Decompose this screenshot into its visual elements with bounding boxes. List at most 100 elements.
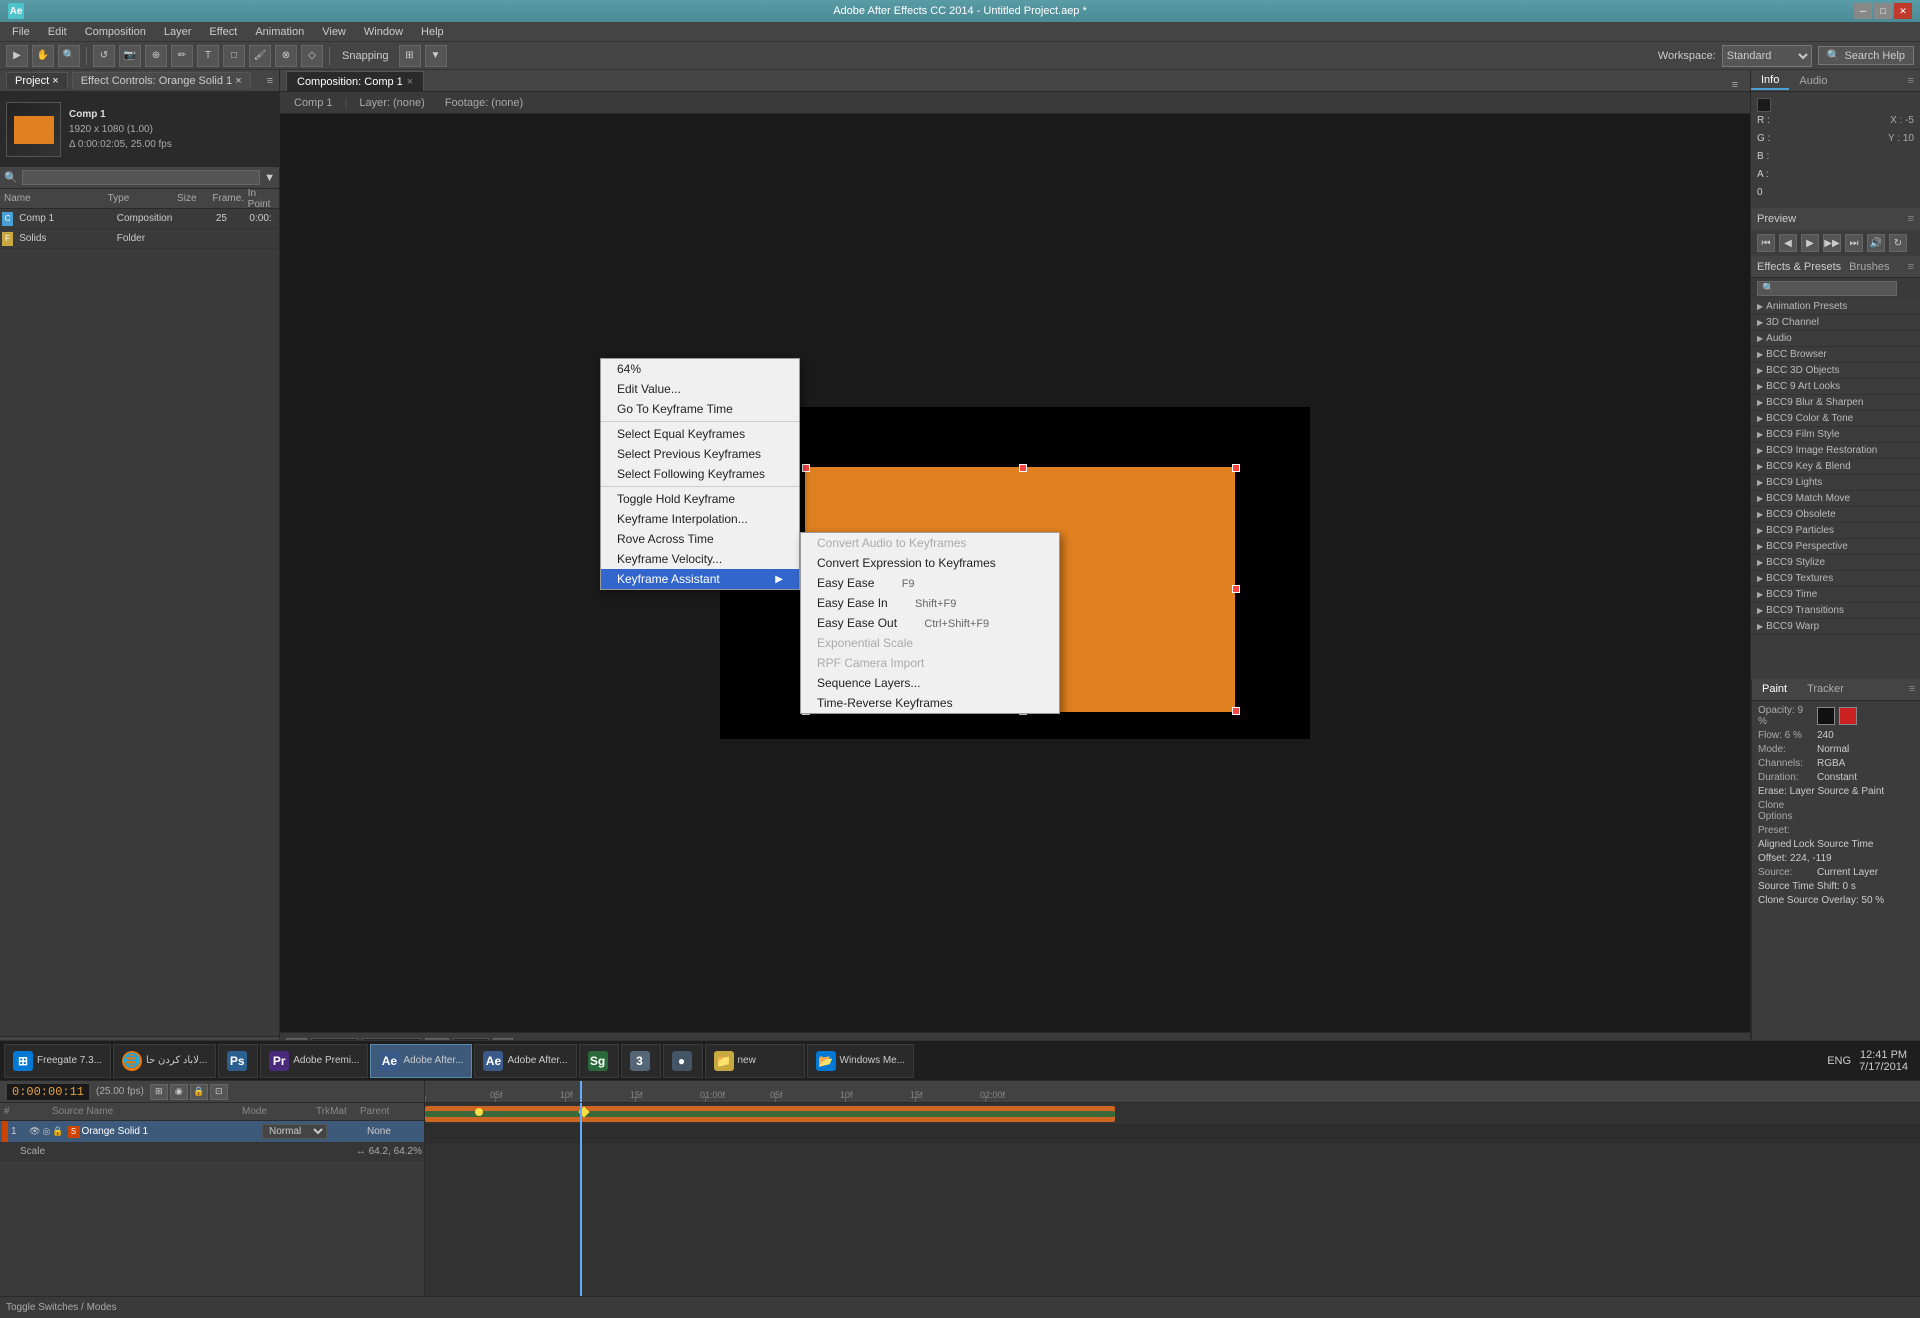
ctx-sub-easy-ease-out[interactable]: Easy Ease Out Ctrl+Shift+F9 bbox=[801, 613, 1059, 633]
effects-tab-label[interactable]: Effects & Presets bbox=[1757, 261, 1841, 273]
tool-zoom[interactable]: 🔍 bbox=[58, 45, 80, 67]
menu-composition[interactable]: Composition bbox=[77, 24, 154, 40]
menu-file[interactable]: File bbox=[4, 24, 38, 40]
tl-collapse[interactable]: ⊡ bbox=[210, 1084, 228, 1100]
taskbar-freegate[interactable]: ⊞ Freegate 7.3... bbox=[4, 1044, 111, 1078]
effects-cat-transitions[interactable]: ▶ BCC9 Transitions bbox=[1751, 603, 1920, 619]
tool-clone[interactable]: ⊗ bbox=[275, 45, 297, 67]
proj-filter-icon[interactable]: ▼ bbox=[264, 172, 275, 184]
ctx-item-rove[interactable]: Rove Across Time bbox=[601, 529, 799, 549]
playhead[interactable] bbox=[580, 1081, 582, 1102]
sel-handle-br[interactable] bbox=[1232, 707, 1240, 715]
menu-layer[interactable]: Layer bbox=[156, 24, 200, 40]
effects-cat-3d[interactable]: ▶ 3D Channel bbox=[1751, 315, 1920, 331]
ctx-sub-time-reverse[interactable]: Time-Reverse Keyframes bbox=[801, 693, 1059, 713]
taskbar-3d2[interactable]: ● bbox=[663, 1044, 703, 1078]
prev-first-btn[interactable]: ⏮ bbox=[1757, 234, 1775, 252]
taskbar-ae-2[interactable]: Ae Adobe After... bbox=[474, 1044, 576, 1078]
effects-cat-film[interactable]: ▶ BCC9 Film Style bbox=[1751, 427, 1920, 443]
panel-menu-right[interactable]: ≡ bbox=[1902, 75, 1920, 87]
search-help-button[interactable]: 🔍 Search Help bbox=[1818, 46, 1914, 65]
menu-animation[interactable]: Animation bbox=[247, 24, 312, 40]
menu-view[interactable]: View bbox=[314, 24, 354, 40]
ctx-item-kf-vel[interactable]: Keyframe Velocity... bbox=[601, 549, 799, 569]
effects-cat-audio[interactable]: ▶ Audio bbox=[1751, 331, 1920, 347]
menu-edit[interactable]: Edit bbox=[40, 24, 75, 40]
paint-tab[interactable]: Paint bbox=[1752, 681, 1797, 697]
list-item[interactable]: C Comp 1 Composition 25 0:00: bbox=[0, 209, 279, 229]
tool-eraser[interactable]: ◇ bbox=[301, 45, 323, 67]
project-search-input[interactable] bbox=[22, 170, 260, 185]
layer-mode-select[interactable]: Normal bbox=[262, 1124, 327, 1139]
prev-play-btn[interactable]: ▶ bbox=[1801, 234, 1819, 252]
menu-help[interactable]: Help bbox=[413, 24, 452, 40]
ctx-item-kf-interp[interactable]: Keyframe Interpolation... bbox=[601, 509, 799, 529]
effects-cat-bcc-browser[interactable]: ▶ BCC Browser bbox=[1751, 347, 1920, 363]
effect-controls-tab[interactable]: Effect Controls: Orange Solid 1 × bbox=[72, 72, 251, 89]
menu-window[interactable]: Window bbox=[356, 24, 411, 40]
tool-select[interactable]: ▶ bbox=[6, 45, 28, 67]
menu-effect[interactable]: Effect bbox=[201, 24, 245, 40]
ctx-item-sel-equal[interactable]: Select Equal Keyframes bbox=[601, 424, 799, 444]
audio-tab[interactable]: Audio bbox=[1789, 73, 1837, 89]
ctx-sub-easy-ease[interactable]: Easy Ease F9 bbox=[801, 573, 1059, 593]
scale-track-bar[interactable] bbox=[425, 1111, 1115, 1117]
info-tab[interactable]: Info bbox=[1751, 72, 1789, 90]
taskbar-sg[interactable]: Sg bbox=[579, 1044, 619, 1078]
project-tab[interactable]: Project × bbox=[6, 72, 68, 89]
ctx-sub-convert-expr[interactable]: Convert Expression to Keyframes bbox=[801, 553, 1059, 573]
prev-fwd-btn[interactable]: ▶▶ bbox=[1823, 234, 1841, 252]
ctx-item-sel-prev[interactable]: Select Previous Keyframes bbox=[601, 444, 799, 464]
effects-cat-warp[interactable]: ▶ BCC9 Warp bbox=[1751, 619, 1920, 635]
tl-draft[interactable]: ◉ bbox=[170, 1084, 188, 1100]
taskbar-ae-active[interactable]: Ae Adobe After... bbox=[370, 1044, 472, 1078]
ctx-item-edit-val[interactable]: Edit Value... bbox=[601, 379, 799, 399]
effects-cat-blur[interactable]: ▶ BCC9 Blur & Sharpen bbox=[1751, 395, 1920, 411]
comp-tab-close[interactable]: × bbox=[407, 76, 413, 88]
tool-hand[interactable]: ✋ bbox=[32, 45, 54, 67]
sel-handle-tm[interactable] bbox=[1019, 464, 1027, 472]
breadcrumb-comp1[interactable]: Comp 1 bbox=[286, 95, 341, 111]
taskbar-new-folder[interactable]: 📁 new bbox=[705, 1044, 805, 1078]
taskbar-3d1[interactable]: 3 bbox=[621, 1044, 661, 1078]
bg-swatch[interactable] bbox=[1839, 707, 1857, 725]
effects-cat-key[interactable]: ▶ BCC9 Key & Blend bbox=[1751, 459, 1920, 475]
ctx-item-64[interactable]: 64% bbox=[601, 359, 799, 379]
ctx-item-toggle-hold[interactable]: Toggle Hold Keyframe bbox=[601, 489, 799, 509]
sel-handle-tr[interactable] bbox=[1232, 464, 1240, 472]
snapping-toggle[interactable]: ⊞ bbox=[399, 45, 421, 67]
tracker-tab[interactable]: Tracker bbox=[1797, 681, 1854, 697]
taskbar-windows-me[interactable]: 📂 Windows Me... bbox=[807, 1044, 915, 1078]
ctx-sub-seq-layers[interactable]: Sequence Layers... bbox=[801, 673, 1059, 693]
tool-pen[interactable]: ✏ bbox=[171, 45, 193, 67]
panel-close-left[interactable]: ≡ bbox=[267, 75, 273, 87]
tl-timecode[interactable]: 0:00:00:11 bbox=[6, 1083, 90, 1101]
workspace-select[interactable]: Standard bbox=[1722, 45, 1812, 67]
tool-shape[interactable]: □ bbox=[223, 45, 245, 67]
effects-cat-anim[interactable]: ▶ Animation Presets bbox=[1751, 299, 1920, 315]
ctx-item-goto-kf[interactable]: Go To Keyframe Time bbox=[601, 399, 799, 419]
tl-lock[interactable]: 🔒 bbox=[190, 1084, 208, 1100]
effects-cat-time[interactable]: ▶ BCC9 Time bbox=[1751, 587, 1920, 603]
taskbar-ff[interactable]: 🌐 لاباد کردن حا... bbox=[113, 1044, 216, 1078]
taskbar-ps[interactable]: Ps bbox=[218, 1044, 258, 1078]
tool-text[interactable]: T bbox=[197, 45, 219, 67]
effects-cat-match[interactable]: ▶ BCC9 Match Move bbox=[1751, 491, 1920, 507]
ctx-item-sel-follow[interactable]: Select Following Keyframes bbox=[601, 464, 799, 484]
brushes-tab[interactable]: Brushes bbox=[1849, 261, 1889, 273]
ctx-item-kf-assistant[interactable]: Keyframe Assistant ▶ bbox=[601, 569, 799, 589]
comp-tab-comp1[interactable]: Composition: Comp 1 × bbox=[286, 71, 424, 91]
prev-last-btn[interactable]: ⏭ bbox=[1845, 234, 1863, 252]
effects-cat-lights[interactable]: ▶ BCC9 Lights bbox=[1751, 475, 1920, 491]
prev-audio-btn[interactable]: 🔊 bbox=[1867, 234, 1885, 252]
tool-camera2[interactable]: ⊕ bbox=[145, 45, 167, 67]
tl-new-comp[interactable]: ⊞ bbox=[150, 1084, 168, 1100]
layer-lock-icon[interactable]: 🔒 bbox=[52, 1126, 63, 1137]
tool-camera1[interactable]: 📷 bbox=[119, 45, 141, 67]
fg-swatch[interactable] bbox=[1817, 707, 1835, 725]
tool-paint[interactable]: 🖌 bbox=[249, 45, 271, 67]
effects-cat-image[interactable]: ▶ BCC9 Image Restoration bbox=[1751, 443, 1920, 459]
sel-handle-mr[interactable] bbox=[1232, 585, 1240, 593]
effects-cat-obsolete[interactable]: ▶ BCC9 Obsolete bbox=[1751, 507, 1920, 523]
effects-cat-textures[interactable]: ▶ BCC9 Textures bbox=[1751, 571, 1920, 587]
